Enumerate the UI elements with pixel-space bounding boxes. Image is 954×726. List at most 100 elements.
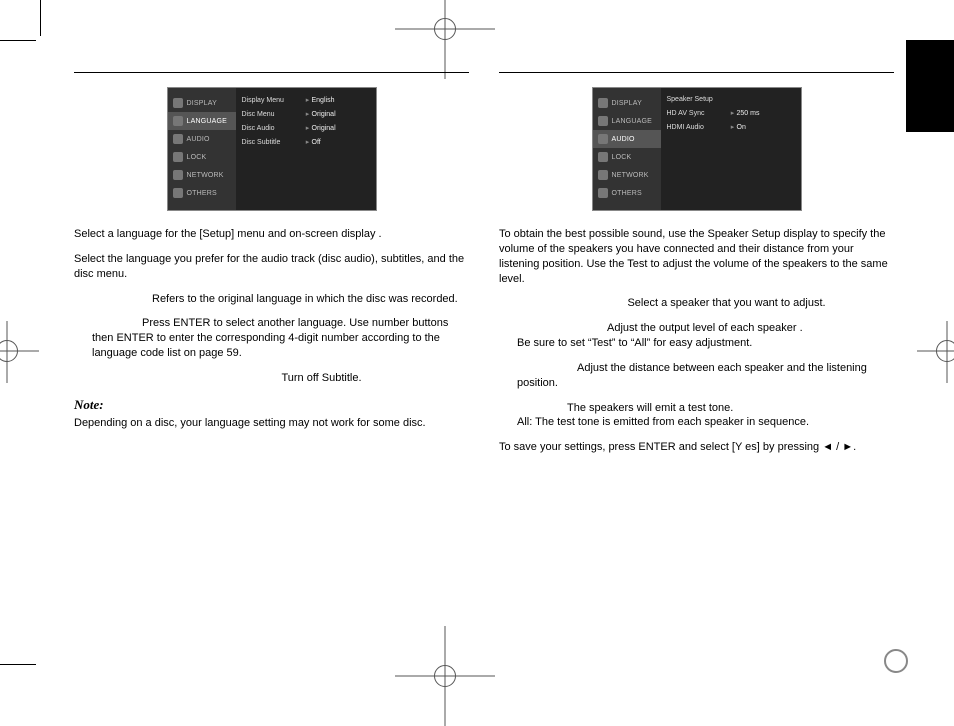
osd-sidebar-label: LOCK (612, 154, 632, 161)
osd-sidebar-label: DISPLAY (612, 100, 642, 107)
osd-sidebar-label: NETWORK (612, 172, 649, 179)
paragraph: Select a language for the [Setup] menu a… (74, 227, 469, 242)
osd-sidebar-item-language: LANGUAGE (593, 112, 661, 130)
osd-row: Disc Subtitle▸Off (242, 138, 370, 146)
text: Adjust the output level of each speaker … (517, 321, 894, 336)
language-icon (173, 116, 183, 126)
text: Refers to the original language in which… (152, 293, 458, 305)
osd-sidebar-label: AUDIO (187, 136, 210, 143)
osd-screenshot-audio: DISPLAY LANGUAGE AUDIO LOCK NETWORK OTHE… (592, 87, 802, 211)
osd-sidebar-item-others: OTHERS (593, 184, 661, 202)
thumb-tab (906, 40, 954, 132)
osd-sidebar-item-lock: LOCK (593, 148, 661, 166)
osd-value: Original (312, 125, 336, 132)
osd-sidebar: DISPLAY LANGUAGE AUDIO LOCK NETWORK OTHE… (593, 88, 661, 210)
registration-mark-top (434, 18, 456, 40)
osd-sidebar-item-others: OTHERS (168, 184, 236, 202)
display-icon (598, 98, 608, 108)
osd-row: Display Menu▸English (242, 96, 370, 104)
osd-key: Speaker Setup (667, 96, 729, 103)
network-icon (173, 170, 183, 180)
note-text: Depending on a disc, your language setti… (74, 416, 469, 431)
audio-icon (173, 134, 183, 144)
text: Turn off Subtitle. (281, 372, 361, 384)
chevron-right-icon: ▸ (729, 109, 737, 117)
osd-sidebar-label: DISPLAY (187, 100, 217, 107)
section-rule (499, 72, 894, 73)
osd-sidebar-item-language: LANGUAGE (168, 112, 236, 130)
paragraph-indent: Adjust the output level of each speaker … (517, 321, 894, 351)
paragraph-indent: Refers to the original language in which… (92, 292, 469, 307)
left-column: DISPLAY LANGUAGE AUDIO LOCK NETWORK OTHE… (74, 72, 469, 465)
osd-sidebar-item-audio: AUDIO (168, 130, 236, 148)
text: All: The test tone is emitted from each … (517, 416, 809, 428)
osd-sidebar-item-lock: LOCK (168, 148, 236, 166)
osd-key: HD AV Sync (667, 110, 729, 117)
others-icon (598, 188, 608, 198)
osd-row: Speaker Setup (667, 96, 795, 103)
osd-sidebar-label: AUDIO (612, 136, 635, 143)
osd-main: Speaker Setup HD AV Sync▸250 ms HDMI Aud… (661, 88, 801, 210)
osd-key: Disc Audio (242, 125, 304, 132)
osd-screenshot-language: DISPLAY LANGUAGE AUDIO LOCK NETWORK OTHE… (167, 87, 377, 211)
osd-sidebar-label: NETWORK (187, 172, 224, 179)
text: Select a speaker that you want to adjust… (627, 297, 825, 309)
paragraph: Select the language you prefer for the a… (74, 252, 469, 282)
osd-key: Display Menu (242, 97, 304, 104)
osd-key: HDMI Audio (667, 124, 729, 131)
audio-icon (598, 134, 608, 144)
text: The speakers will emit a test tone. (517, 401, 894, 416)
network-icon (598, 170, 608, 180)
osd-sidebar-label: LOCK (187, 154, 207, 161)
osd-sidebar-item-display: DISPLAY (168, 94, 236, 112)
osd-row: Disc Audio▸Original (242, 124, 370, 132)
lock-icon (598, 152, 608, 162)
osd-value: 250 ms (737, 110, 760, 117)
paragraph: Select a speaker that you want to adjust… (499, 296, 894, 311)
registration-mark-right (936, 340, 954, 362)
chevron-right-icon: ▸ (304, 138, 312, 146)
section-rule (74, 72, 469, 73)
chevron-right-icon: ▸ (729, 123, 737, 131)
registration-mark-left (0, 340, 18, 362)
language-icon (598, 116, 608, 126)
chevron-right-icon: ▸ (304, 110, 312, 118)
osd-sidebar-label: LANGUAGE (612, 118, 653, 125)
body-text-right: To obtain the best possible sound, use t… (499, 227, 894, 455)
osd-value: Original (312, 111, 336, 118)
osd-sidebar-label: OTHERS (187, 190, 217, 197)
paragraph: To obtain the best possible sound, use t… (499, 227, 894, 286)
text: Press ENTER to select another language. … (92, 317, 448, 359)
osd-row: Disc Menu▸Original (242, 110, 370, 118)
text: Adjust the distance between each speaker… (517, 362, 867, 389)
registration-circle (884, 649, 908, 673)
paragraph-indent: Adjust the distance between each speaker… (517, 361, 894, 391)
osd-row: HDMI Audio▸On (667, 123, 795, 131)
chevron-right-icon: ▸ (304, 96, 312, 104)
display-icon (173, 98, 183, 108)
osd-sidebar-label: OTHERS (612, 190, 642, 197)
crop-mark (40, 0, 41, 36)
paragraph-indent: The speakers will emit a test tone. All:… (517, 401, 894, 431)
osd-sidebar: DISPLAY LANGUAGE AUDIO LOCK NETWORK OTHE… (168, 88, 236, 210)
osd-sidebar-item-network: NETWORK (593, 166, 661, 184)
note-label: Note: (74, 397, 104, 412)
right-column: DISPLAY LANGUAGE AUDIO LOCK NETWORK OTHE… (499, 72, 894, 465)
osd-value: English (312, 97, 335, 104)
others-icon (173, 188, 183, 198)
osd-value: On (737, 124, 746, 131)
registration-mark-bottom (434, 665, 456, 687)
note-heading: Note: (74, 396, 469, 414)
osd-value: Off (312, 139, 321, 146)
osd-sidebar-item-network: NETWORK (168, 166, 236, 184)
lock-icon (173, 152, 183, 162)
paragraph-indent: Press ENTER to select another language. … (92, 316, 469, 361)
osd-main: Display Menu▸English Disc Menu▸Original … (236, 88, 376, 210)
osd-sidebar-item-display: DISPLAY (593, 94, 661, 112)
osd-key: Disc Menu (242, 111, 304, 118)
text: Be sure to set “Test” to “All” for easy … (517, 337, 752, 349)
paragraph: To save your settings, press ENTER and s… (499, 440, 894, 455)
paragraph: Turn off Subtitle. (74, 371, 469, 386)
osd-row: HD AV Sync▸250 ms (667, 109, 795, 117)
osd-key: Disc Subtitle (242, 139, 304, 146)
